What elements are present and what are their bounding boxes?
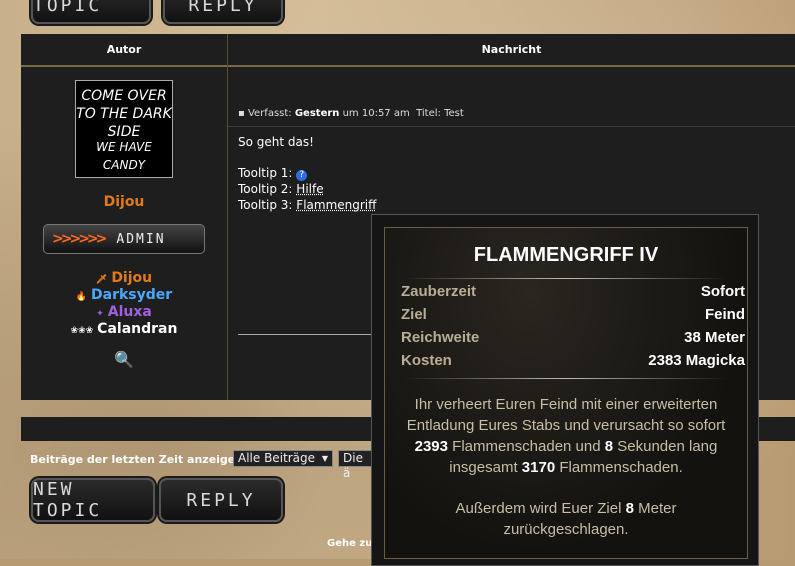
group-label: Calandran bbox=[97, 321, 178, 337]
tooltip-description: Ihr verheert Euren Feind mit einer erwei… bbox=[391, 394, 741, 478]
tooltip-row-cost: Kosten 2383 Magicka bbox=[401, 352, 745, 369]
select-value: Alle Beiträge bbox=[238, 451, 316, 465]
group-icon: ❀❀❀ bbox=[70, 326, 94, 336]
tooltip-description-2: Außerdem wird Euer Ziel 8 Meter zurückge… bbox=[391, 498, 741, 540]
search-icon[interactable]: 🔍 bbox=[21, 350, 227, 369]
tooltip-rule-top bbox=[405, 278, 727, 279]
row-key: Zauberzeit bbox=[401, 283, 477, 300]
meta-title-label: Titel: bbox=[416, 108, 441, 119]
header-divider bbox=[21, 65, 795, 67]
row-value: 38 Meter bbox=[684, 329, 745, 346]
tooltip-3-label: Tooltip 3: bbox=[238, 198, 293, 212]
tooltip-3-link[interactable]: Flammengriff bbox=[296, 198, 376, 212]
group-calandran[interactable]: ❀❀❀ Calandran bbox=[21, 321, 227, 337]
desc-line: zurückgeschlagen. bbox=[503, 521, 629, 538]
author-name[interactable]: Dijou bbox=[21, 194, 227, 210]
tooltip-row-cast-time: Zauberzeit Sofort bbox=[401, 283, 745, 300]
group-label: Aluxa bbox=[107, 304, 152, 320]
tooltip-panel: FLAMMENGRIFF IV Zauberzeit Sofort Ziel Fei… bbox=[384, 227, 748, 559]
jump-to-label: Gehe zu bbox=[327, 538, 373, 549]
desc-line: Entladung Eures Stabs und verursacht so … bbox=[406, 417, 726, 434]
meta-time: um 10:57 am bbox=[342, 108, 410, 119]
column-header-author: Autor bbox=[106, 43, 142, 56]
row-key: Reichweite bbox=[401, 329, 480, 346]
group-aluxa[interactable]: ✦ Aluxa bbox=[21, 304, 227, 320]
reply-button[interactable]: REPLY bbox=[159, 478, 283, 522]
column-header-message: Nachricht bbox=[481, 43, 542, 56]
rank-label: ADMIN bbox=[116, 231, 166, 247]
row-value: Feind bbox=[705, 306, 745, 323]
row-value: Sofort bbox=[700, 283, 745, 300]
post-meta: ▪ Verfasst: Gestern um 10:57 am Titel: T… bbox=[238, 108, 464, 119]
desc-line: insgesamt 3170 Flammenschaden. bbox=[449, 459, 683, 476]
row-key: Kosten bbox=[401, 352, 452, 369]
avatar-caption-main: COME OVER TO THE DARK SIDE bbox=[76, 88, 172, 140]
group-label: Dijou bbox=[111, 270, 153, 286]
group-icon: ✦ bbox=[96, 309, 104, 319]
post-line-1: So geht das! bbox=[238, 135, 314, 149]
reply-button-top[interactable]: REPLY bbox=[163, 0, 283, 24]
desc-line: Außerdem wird Euer Ziel 8 Meter bbox=[455, 500, 677, 517]
tooltip-2-link[interactable]: Hilfe bbox=[296, 182, 323, 196]
tooltip-row-target: Ziel Feind bbox=[401, 306, 745, 323]
posts-period-select[interactable]: Alle Beiträge ▼ bbox=[233, 450, 333, 467]
rank-arrows-icon: >>>>>> bbox=[52, 231, 107, 247]
new-topic-button-top[interactable]: NEW TOPIC bbox=[31, 0, 151, 24]
tooltip-2-label: Tooltip 2: bbox=[238, 182, 293, 196]
group-icon: 🗡 bbox=[95, 275, 108, 285]
signature-divider bbox=[238, 334, 383, 335]
meta-prefix: Verfasst: bbox=[247, 108, 292, 119]
tooltip-rule-bottom bbox=[405, 378, 727, 379]
skill-tooltip: FLAMMENGRIFF IV Zauberzeit Sofort Ziel Fei… bbox=[371, 214, 759, 566]
help-icon[interactable]: ? bbox=[296, 170, 308, 181]
meta-title: Test bbox=[444, 108, 464, 119]
tooltip-row-range: Reichweite 38 Meter bbox=[401, 329, 745, 346]
avatar-caption-sub: WE HAVE CANDY bbox=[96, 140, 152, 172]
tooltip-1-label: Tooltip 1: bbox=[238, 166, 293, 180]
desc-line: 2393 Flammenschaden und 8 Sekunden lang bbox=[414, 438, 718, 455]
show-posts-label: Beiträge der letzten Zeit anzeigen: bbox=[30, 453, 248, 466]
row-value: 2383 Magicka bbox=[648, 352, 745, 369]
group-icon: 🔥 bbox=[75, 292, 88, 302]
chevron-down-icon: ▼ bbox=[321, 454, 328, 463]
desc-line: Ihr verheert Euren Feind mit einer erwei… bbox=[414, 396, 718, 413]
new-topic-button[interactable]: NEW TOPIC bbox=[31, 478, 155, 522]
tooltip-1-line: Tooltip 1: ? bbox=[238, 166, 308, 181]
tooltip-title: FLAMMENGRIFF IV bbox=[473, 244, 659, 266]
group-dijou[interactable]: 🗡 Dijou bbox=[21, 270, 227, 286]
rank-badge: >>>>>> ADMIN bbox=[43, 224, 205, 254]
row-key: Ziel bbox=[401, 306, 427, 323]
tooltip-3-line: Tooltip 3: Flammengriff bbox=[238, 198, 376, 212]
meta-day: Gestern bbox=[294, 108, 340, 119]
post-icon: ▪ bbox=[238, 108, 245, 119]
post-divider bbox=[228, 126, 795, 127]
group-label: Darksyder bbox=[91, 287, 173, 303]
avatar: COME OVER TO THE DARK SIDE WE HAVE CANDY bbox=[75, 80, 173, 178]
column-divider bbox=[227, 34, 228, 400]
group-darksyder[interactable]: 🔥 Darksyder bbox=[21, 287, 227, 303]
tooltip-2-line: Tooltip 2: Hilfe bbox=[238, 182, 324, 196]
